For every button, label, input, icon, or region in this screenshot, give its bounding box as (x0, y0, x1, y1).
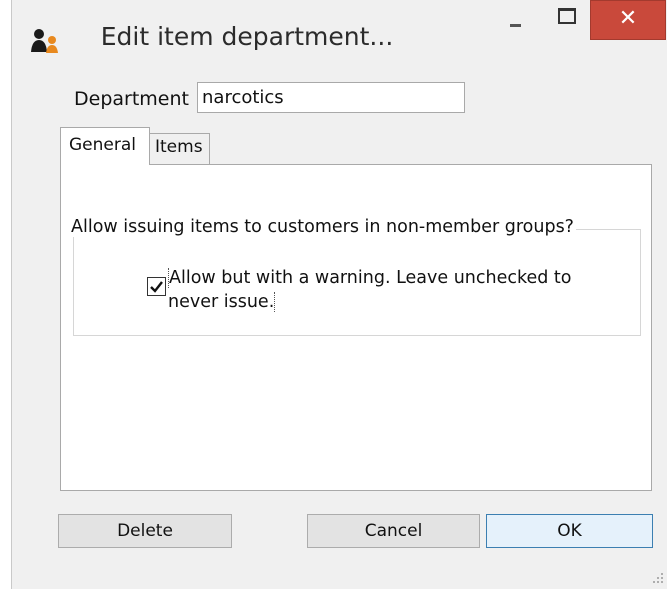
delete-button[interactable]: Delete (58, 514, 232, 548)
cancel-button[interactable]: Cancel (307, 514, 480, 548)
window-title: Edit item department... (100, 22, 394, 51)
tab-general[interactable]: General (60, 127, 150, 165)
allow-warning-label[interactable]: Allow but with a warning. Leave unchecke… (168, 266, 608, 314)
minimize-icon (510, 24, 521, 27)
allow-warning-checkbox[interactable] (147, 277, 166, 296)
title-bar[interactable]: Edit item department... ✕ (12, 0, 667, 78)
department-label: Department (74, 88, 189, 110)
maximize-icon (558, 8, 576, 24)
tab-items[interactable]: Items (150, 133, 210, 164)
close-icon: ✕ (618, 6, 638, 31)
checkbox-label-text: Allow but with a warning. Leave unchecke… (168, 268, 572, 312)
groupbox-title: Allow issuing items to customers in non-… (69, 217, 576, 237)
department-input[interactable] (197, 82, 465, 113)
resize-grip-icon[interactable] (652, 572, 664, 584)
close-button[interactable]: ✕ (590, 0, 666, 40)
ok-button[interactable]: OK (486, 514, 653, 548)
minimize-button[interactable] (492, 0, 540, 40)
tab-panel-general: Allow issuing items to customers in non-… (60, 164, 652, 491)
checkmark-icon (150, 281, 163, 293)
maximize-button[interactable] (542, 0, 590, 40)
dialog-window: Edit item department... ✕ Department Gen… (11, 0, 667, 589)
